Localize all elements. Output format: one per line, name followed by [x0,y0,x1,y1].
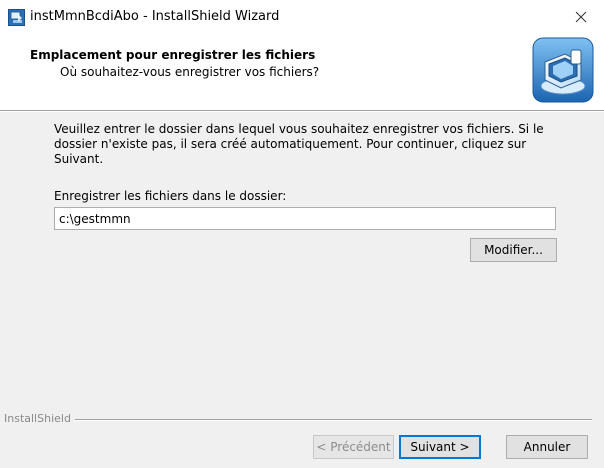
header-subtitle: Où souhaitez-vous enregistrer vos fichie… [60,65,320,79]
next-button[interactable]: Suivant > [399,435,481,459]
header-title: Emplacement pour enregistrer les fichier… [30,48,316,62]
installshield-branding: InstallShield [0,412,592,425]
close-icon [575,11,587,23]
brand-divider [70,419,592,421]
wizard-header: Emplacement pour enregistrer les fichier… [0,34,604,111]
instructions-text: Veuillez entrer le dossier dans lequel v… [54,122,544,166]
cancel-button[interactable]: Annuler [506,435,588,459]
title-bar[interactable]: instMmnBcdiAbo - InstallShield Wizard [0,0,604,34]
installer-app-icon [8,9,25,26]
installshield-wizard-window: instMmnBcdiAbo - InstallShield Wizard Em… [0,0,604,468]
installer-computer-icon [531,36,595,104]
folder-field-label: Enregistrer les fichiers dans le dossier… [54,189,287,203]
close-button[interactable] [558,0,604,34]
wizard-content: Veuillez entrer le dossier dans lequel v… [0,112,604,402]
window-title: instMmnBcdiAbo - InstallShield Wizard [30,9,280,24]
destination-folder-input[interactable] [54,207,556,230]
modify-button[interactable]: Modifier... [470,238,557,262]
brand-label: InstallShield [4,412,75,425]
back-button[interactable]: < Précédent [313,435,394,459]
